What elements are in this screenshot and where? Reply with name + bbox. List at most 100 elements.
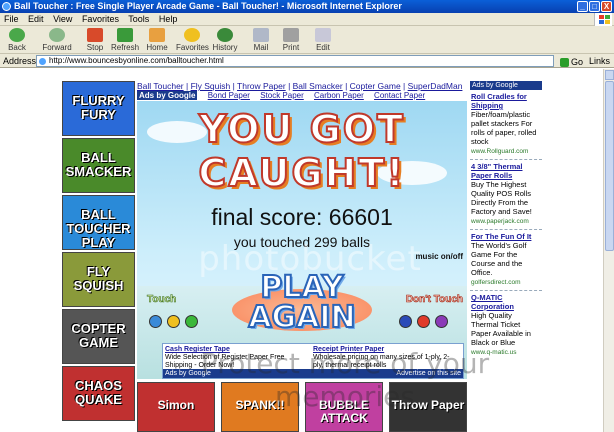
back-button[interactable]: Back	[4, 28, 30, 52]
inner-ads-by-google[interactable]: Ads by Google	[165, 370, 211, 377]
link-ball-smacker[interactable]: Ball Smacker	[293, 81, 343, 91]
printer-icon	[283, 28, 299, 42]
menu-tools[interactable]: Tools	[128, 14, 149, 24]
game-thumb-throw-paper[interactable]: Throw Paper	[389, 382, 467, 432]
right-ad: Roll Cradles for Shipping Fiber/foam/pla…	[470, 90, 542, 160]
star-icon	[184, 28, 200, 42]
history-icon	[217, 28, 233, 42]
inner-ad-footer: Ads by Google Advertise on this site	[163, 369, 463, 378]
link-fly-squish[interactable]: Fly Squish	[191, 81, 231, 91]
title-bar: Ball Toucher : Free Single Player Arcade…	[0, 0, 614, 13]
inner-ad-box: Cash Register Tape Wide Selection of Reg…	[162, 343, 464, 379]
minimize-button[interactable]: _	[577, 1, 588, 12]
link-ball-toucher[interactable]: Ball Toucher	[137, 81, 184, 91]
game-over-heading-line1: YOU GOT	[198, 106, 405, 152]
dont-touch-label: Don't Touch	[405, 294, 464, 306]
ie-logo-icon	[2, 2, 11, 11]
go-button[interactable]: Go	[560, 55, 583, 69]
scroll-up-arrow[interactable]	[605, 70, 614, 80]
inner-ad-2-title[interactable]: Receipt Printer Paper	[313, 346, 384, 353]
left-game-column: FLURRY FURY BALL SMACKER BALL TOUCHER PL…	[62, 81, 135, 423]
ball-touch	[167, 315, 180, 328]
game-canvas[interactable]: YOU GOT CAUGHT! final score: 66601 you t…	[137, 101, 467, 379]
game-thumb-spank[interactable]: SPANK!!	[221, 382, 299, 432]
game-over-heading-line2: CAUGHT!	[197, 150, 406, 196]
ball-dont-touch	[435, 315, 448, 328]
vertical-scrollbar[interactable]	[603, 69, 614, 432]
home-button[interactable]: Home	[145, 28, 169, 52]
final-score: final score: 66601	[211, 204, 393, 230]
menu-edit[interactable]: Edit	[28, 14, 44, 24]
music-toggle[interactable]: music on/off	[415, 252, 463, 261]
ads-link-row: Ads by Google Bond Paper Stock Paper Car…	[137, 91, 467, 101]
stop-icon	[87, 28, 103, 42]
ad-link-stock-paper[interactable]: Stock Paper	[260, 91, 304, 100]
bottom-game-row: Simon SPANK!! BUBBLE ATTACK Throw Paper	[137, 382, 467, 432]
page-content: FLURRY FURY BALL SMACKER BALL TOUCHER PL…	[0, 69, 603, 432]
menu-favorites[interactable]: Favorites	[82, 14, 119, 24]
maximize-button[interactable]: □	[589, 1, 600, 12]
windows-logo-icon	[594, 13, 612, 26]
ads-by-google-label[interactable]: Ads by Google	[137, 91, 198, 100]
mail-button[interactable]: Mail	[250, 28, 272, 52]
advertise-link[interactable]: Advertise on this site	[396, 369, 461, 378]
link-throw-paper[interactable]: Throw Paper	[237, 81, 286, 91]
mail-icon	[253, 28, 269, 42]
game-thumb-flurry-fury[interactable]: FLURRY FURY	[62, 81, 135, 136]
close-button[interactable]: X	[601, 1, 612, 12]
inner-ad-1-title[interactable]: Cash Register Tape	[165, 346, 230, 353]
ball-dont-touch	[417, 315, 430, 328]
menu-file[interactable]: File	[4, 14, 19, 24]
touch-label: Touch	[147, 294, 177, 306]
link-copter-game[interactable]: Copter Game	[350, 81, 401, 91]
forward-button[interactable]: Forward	[42, 28, 72, 52]
address-input[interactable]: http://www.bouncesbyonline.com/balltouch…	[36, 55, 554, 67]
menu-view[interactable]: View	[53, 14, 72, 24]
scroll-thumb[interactable]	[605, 81, 614, 251]
link-superdadman[interactable]: SuperDadMan	[408, 81, 463, 91]
inner-ad-2-text: Wholesale pricing on many sizes of 1-ply…	[313, 354, 450, 369]
menu-bar: File Edit View Favorites Tools Help	[0, 13, 614, 26]
ad-link-bond-paper[interactable]: Bond Paper	[208, 91, 250, 100]
address-label: Address	[3, 56, 37, 66]
favorites-button[interactable]: Favorites	[176, 28, 209, 52]
game-thumb-copter-game[interactable]: COPTER GAME	[62, 309, 135, 364]
inner-ad-2: Receipt Printer Paper Wholesale pricing …	[313, 346, 459, 370]
history-button[interactable]: History	[211, 28, 239, 52]
game-thumb-fly-squish[interactable]: FLY SQUISH	[62, 252, 135, 307]
refresh-button[interactable]: Refresh	[111, 28, 139, 52]
right-ad-column: Ads by Google Roll Cradles for Shipping …	[470, 81, 542, 360]
forward-arrow-icon	[49, 28, 65, 42]
menu-help[interactable]: Help	[159, 14, 178, 24]
ball-dont-touch	[399, 315, 412, 328]
balls-touched: you touched 299 balls	[233, 234, 371, 250]
toolbar: Back Forward Stop Refresh Home Favorites…	[0, 26, 614, 54]
edit-button[interactable]: Edit	[312, 28, 334, 52]
stop-button[interactable]: Stop	[84, 28, 106, 52]
refresh-icon	[117, 28, 133, 42]
game-thumb-ball-toucher[interactable]: BALL TOUCHER PLAY	[62, 195, 135, 250]
game-thumb-bubble-attack[interactable]: BUBBLE ATTACK	[305, 382, 383, 432]
address-bar: Address http://www.bouncesbyonline.com/b…	[0, 54, 614, 68]
play-again-button[interactable]: PLAY AGAIN	[227, 272, 377, 343]
ball-touch	[149, 315, 162, 328]
print-button[interactable]: Print	[280, 28, 302, 52]
game-thumb-chaos-quake[interactable]: CHAOS QUAKE	[62, 366, 135, 421]
ad-link-contact-paper[interactable]: Contact Paper	[374, 91, 425, 100]
right-ad-title[interactable]: Roll Cradles for Shipping	[471, 92, 541, 110]
right-ad-title[interactable]: Q-MATIC Corporation	[471, 293, 541, 311]
right-ad: Q-MATIC Corporation High Quality Thermal…	[470, 291, 542, 360]
ad-link-carbon-paper[interactable]: Carbon Paper	[314, 91, 364, 100]
right-ads-header[interactable]: Ads by Google	[470, 81, 542, 90]
window-title: Ball Toucher : Free Single Player Arcade…	[14, 1, 402, 11]
game-thumb-ball-smacker[interactable]: BALL SMACKER	[62, 138, 135, 193]
right-ad-title[interactable]: 4 3/8" Thermal Paper Rolls	[471, 162, 541, 180]
game-thumb-simon[interactable]: Simon	[137, 382, 215, 432]
right-ad: 4 3/8" Thermal Paper Rolls Buy The Highe…	[470, 160, 542, 230]
right-ad-title[interactable]: For The Fun Of It	[471, 232, 541, 241]
links-button[interactable]: Links	[589, 54, 610, 68]
edit-icon	[315, 28, 331, 42]
home-icon	[149, 28, 165, 42]
back-arrow-icon	[9, 28, 25, 42]
browser-window: Ball Toucher : Free Single Player Arcade…	[0, 0, 614, 432]
